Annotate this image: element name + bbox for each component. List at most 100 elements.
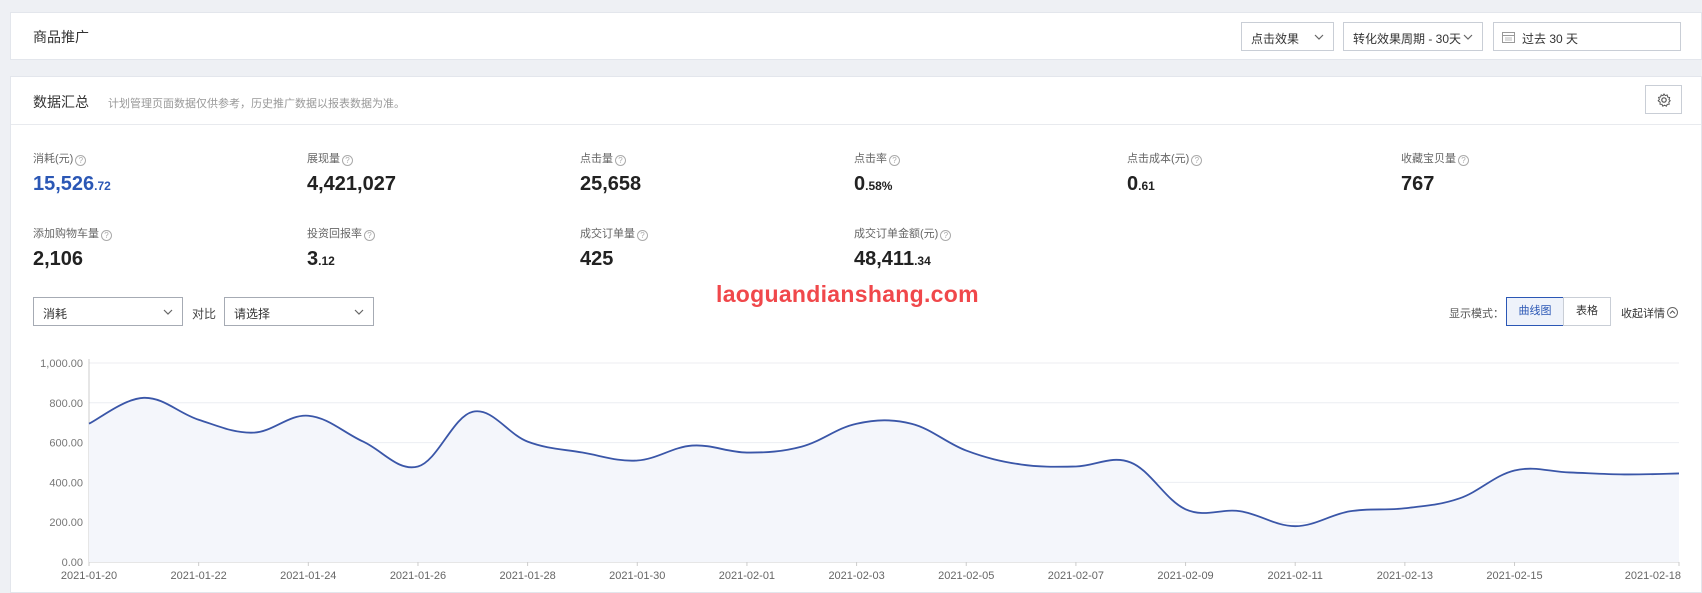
summary-subtitle: 计划管理页面数据仅供参考，历史推广数据以报表数据为准。 [108, 98, 405, 110]
data-point[interactable] [1457, 496, 1462, 501]
metric-label: 成交订单量 [580, 228, 635, 240]
data-point[interactable] [251, 430, 256, 435]
help-icon[interactable]: ? [637, 230, 648, 241]
metric-label: 点击成本(元) [1127, 153, 1190, 165]
y-tick-label: 1,000.00 [40, 358, 83, 370]
help-icon[interactable]: ? [940, 230, 952, 241]
data-point[interactable] [1073, 464, 1078, 469]
chevron-up-icon [1667, 307, 1678, 318]
metric-value: 15,526.72 [33, 173, 111, 195]
metric-order-amount: 成交订单金额(元)? 48,411.34 [854, 225, 952, 271]
metric-label: 添加购物车量 [33, 228, 99, 240]
data-point[interactable] [196, 417, 201, 422]
data-point[interactable] [799, 444, 804, 449]
data-point[interactable] [854, 421, 859, 426]
metric-label: 点击率 [854, 153, 887, 165]
x-tick-label: 2021-02-09 [1157, 570, 1213, 582]
data-point[interactable] [470, 409, 475, 414]
date-range-picker[interactable]: 过去 30 天 [1493, 22, 1681, 51]
data-point[interactable] [1183, 507, 1188, 512]
collapse-details-button[interactable]: 收起详情 [1621, 305, 1678, 321]
data-point[interactable] [1019, 462, 1024, 467]
help-icon[interactable]: ? [1458, 155, 1469, 166]
y-tick-label: 800.00 [49, 398, 83, 410]
data-point[interactable] [141, 395, 146, 400]
data-point[interactable] [306, 413, 311, 418]
settings-button[interactable] [1645, 85, 1682, 114]
data-point[interactable] [525, 439, 530, 444]
x-tick-label: 2021-01-28 [499, 570, 555, 582]
data-point[interactable] [1567, 470, 1572, 475]
help-icon[interactable]: ? [75, 155, 87, 166]
y-tick-label: 200.00 [49, 517, 83, 529]
data-point[interactable] [1128, 460, 1133, 465]
help-icon[interactable]: ? [889, 155, 900, 166]
metric-add-cart: 添加购物车量? 2,106 [33, 225, 112, 271]
metric-favorites: 收藏宝贝量? 767 [1401, 150, 1469, 196]
data-point[interactable] [1402, 506, 1407, 511]
metric-orders: 成交订单量? 425 [580, 225, 648, 271]
metric-select-value: 消耗 [43, 307, 68, 321]
compare-select-value: 请选择 [234, 307, 271, 321]
metric-value: 48,411.34 [854, 248, 931, 270]
x-tick-label: 2021-01-24 [280, 570, 336, 582]
metric-cpc: 点击成本(元)? 0.61 [1127, 150, 1203, 196]
date-range-value: 过去 30 天 [1522, 32, 1579, 46]
data-point[interactable] [635, 458, 640, 463]
metric-label: 投资回报率 [307, 228, 362, 240]
data-point[interactable] [415, 464, 420, 469]
metric-cost: 消耗(元)? 15,526.72 [33, 150, 111, 196]
x-tick-label: 2021-01-20 [61, 570, 117, 582]
metric-value: 3.12 [307, 248, 335, 270]
data-point[interactable] [1293, 524, 1298, 529]
effect-select-value: 点击效果 [1251, 32, 1300, 46]
x-tick-label: 2021-01-26 [390, 570, 446, 582]
metric-label: 展现量 [307, 153, 340, 165]
metric-label: 点击量 [580, 153, 613, 165]
metric-label: 消耗(元) [33, 153, 74, 165]
x-tick-label: 2021-02-13 [1377, 570, 1433, 582]
series-area [89, 397, 1679, 562]
metric-clicks: 点击量? 25,658 [580, 150, 641, 196]
data-point[interactable] [1348, 509, 1353, 514]
data-point[interactable] [87, 421, 92, 426]
metric-value: 2,106 [33, 248, 84, 270]
calendar-icon [1502, 32, 1515, 43]
metric-label: 成交订单金额(元) [854, 228, 939, 240]
mode-table-button[interactable]: 表格 [1563, 297, 1611, 326]
x-tick-label: 2021-02-15 [1486, 570, 1542, 582]
watermark: laoguandianshang.com [716, 281, 979, 307]
collapse-label: 收起详情 [1621, 308, 1665, 320]
effect-select[interactable]: 点击效果 [1241, 22, 1334, 51]
data-point[interactable] [1512, 468, 1517, 473]
x-tick-label: 2021-02-05 [938, 570, 994, 582]
x-tick-label: 2021-01-22 [171, 570, 227, 582]
data-point[interactable] [744, 450, 749, 455]
data-point[interactable] [909, 421, 914, 426]
help-icon[interactable]: ? [1191, 155, 1203, 166]
data-point[interactable] [964, 448, 969, 453]
metric-label: 收藏宝贝量 [1401, 153, 1456, 165]
metric-value: 767 [1401, 173, 1435, 195]
help-icon[interactable]: ? [101, 230, 112, 241]
metric-select[interactable]: 消耗 [33, 297, 183, 326]
data-point[interactable] [580, 450, 585, 455]
page-title: 商品推广 [33, 29, 89, 45]
help-icon[interactable]: ? [615, 155, 626, 166]
data-point[interactable] [690, 443, 695, 448]
y-tick-label: 400.00 [49, 477, 83, 489]
metric-value: 425 [580, 248, 614, 270]
data-point[interactable] [1622, 472, 1627, 477]
help-icon[interactable]: ? [364, 230, 375, 241]
metric-value: 25,658 [580, 173, 642, 195]
mode-curve-button[interactable]: 曲线图 [1506, 297, 1564, 326]
data-point[interactable] [361, 439, 366, 444]
cycle-select[interactable]: 转化效果周期 - 30天 [1343, 22, 1483, 51]
compare-select[interactable]: 请选择 [224, 297, 374, 326]
metric-impressions: 展现量? 4,421,027 [307, 150, 396, 196]
data-point[interactable] [1677, 471, 1682, 476]
x-tick-label: 2021-02-07 [1048, 570, 1104, 582]
x-tick-label: 2021-02-03 [828, 570, 884, 582]
data-point[interactable] [1238, 509, 1243, 514]
help-icon[interactable]: ? [342, 155, 353, 166]
